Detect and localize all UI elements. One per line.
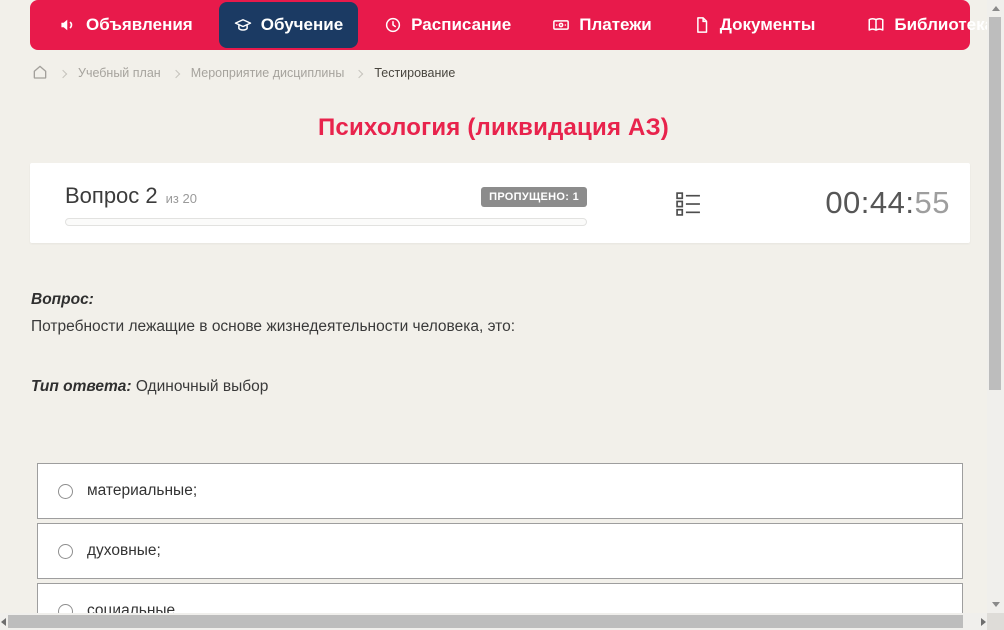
nav-item-library[interactable]: Библиотека — [852, 2, 1004, 48]
question-list-button[interactable] — [675, 190, 703, 218]
nav-item-payments[interactable]: Платежи — [537, 2, 667, 48]
chevron-right-icon — [171, 69, 179, 77]
scroll-down-icon[interactable] — [992, 602, 1000, 607]
answer-options-list: материальные; духовные; социальные. — [37, 463, 963, 630]
answer-option-label: материальные; — [87, 482, 197, 500]
question-progress-bar — [65, 218, 587, 226]
timer: 00:44:55 — [825, 185, 950, 221]
question-progress-group: Вопрос 2 из 20 ПРОПУЩЕНО: 1 — [65, 183, 587, 226]
nav-item-documents[interactable]: Документы — [678, 2, 831, 48]
answer-type-row: Тип ответа: Одиночный выбор — [31, 378, 268, 396]
megaphone-icon — [59, 16, 77, 34]
scroll-up-icon[interactable] — [992, 6, 1000, 11]
question-text: Потребности лежащие в основе жизнедеятел… — [31, 318, 961, 336]
nav-item-learning[interactable]: Обучение — [219, 2, 358, 48]
skipped-badge: ПРОПУЩЕНО: 1 — [481, 187, 587, 207]
question-header-card: Вопрос 2 из 20 ПРОПУЩЕНО: 1 00:44:55 — [30, 163, 970, 243]
nav-item-label: Документы — [720, 15, 816, 35]
question-list-icon — [675, 204, 702, 221]
page-title: Психология (ликвидация АЗ) — [0, 114, 987, 142]
answer-type-value: Одиночный выбор — [136, 378, 269, 395]
clock-icon — [384, 16, 402, 34]
question-label: Вопрос: — [31, 291, 961, 309]
nav-item-label: Обучение — [261, 15, 343, 35]
question-block: Вопрос: Потребности лежащие в основе жиз… — [31, 291, 961, 336]
book-icon — [867, 16, 885, 34]
answer-option[interactable]: духовные; — [37, 523, 963, 579]
breadcrumb-home[interactable] — [32, 64, 48, 83]
timer-hhmm: 00:44: — [825, 185, 914, 220]
breadcrumb-item-discipline-event[interactable]: Мероприятие дисциплины — [191, 66, 345, 80]
nav-item-label: Платежи — [579, 15, 652, 35]
scroll-left-icon[interactable] — [1, 618, 6, 626]
timer-seconds: 55 — [915, 185, 950, 220]
radio-button[interactable] — [58, 484, 73, 499]
question-number: Вопрос 2 — [65, 183, 158, 209]
nav-item-announcements[interactable]: Объявления — [44, 2, 208, 48]
answer-option[interactable]: материальные; — [37, 463, 963, 519]
vertical-scrollbar-thumb[interactable] — [989, 17, 1001, 390]
nav-item-label: Объявления — [86, 15, 193, 35]
horizontal-scrollbar[interactable] — [0, 613, 987, 630]
answer-type-label: Тип ответа: — [31, 378, 132, 395]
breadcrumb-item-curriculum[interactable]: Учебный план — [78, 66, 161, 80]
radio-button[interactable] — [58, 544, 73, 559]
breadcrumb: Учебный план Мероприятие дисциплины Тест… — [32, 62, 455, 84]
chevron-right-icon — [59, 69, 67, 77]
top-nav: Объявления Обучение Расписание Платежи Д… — [30, 0, 970, 50]
horizontal-scrollbar-thumb[interactable] — [8, 615, 963, 628]
scroll-right-icon[interactable] — [981, 618, 986, 626]
answer-option-label: духовные; — [87, 542, 161, 560]
nav-item-label: Расписание — [411, 15, 511, 35]
document-icon — [693, 16, 711, 34]
scrollbar-corner — [987, 613, 1004, 630]
chevron-right-icon — [355, 69, 363, 77]
vertical-scrollbar[interactable] — [987, 0, 1004, 613]
graduation-cap-icon — [234, 16, 252, 34]
breadcrumb-item-testing: Тестирование — [374, 66, 455, 80]
banknote-icon — [552, 16, 570, 34]
nav-item-schedule[interactable]: Расписание — [369, 2, 526, 48]
home-icon — [32, 64, 48, 83]
nav-item-label: Библиотека — [894, 15, 994, 35]
question-total: из 20 — [166, 191, 197, 206]
